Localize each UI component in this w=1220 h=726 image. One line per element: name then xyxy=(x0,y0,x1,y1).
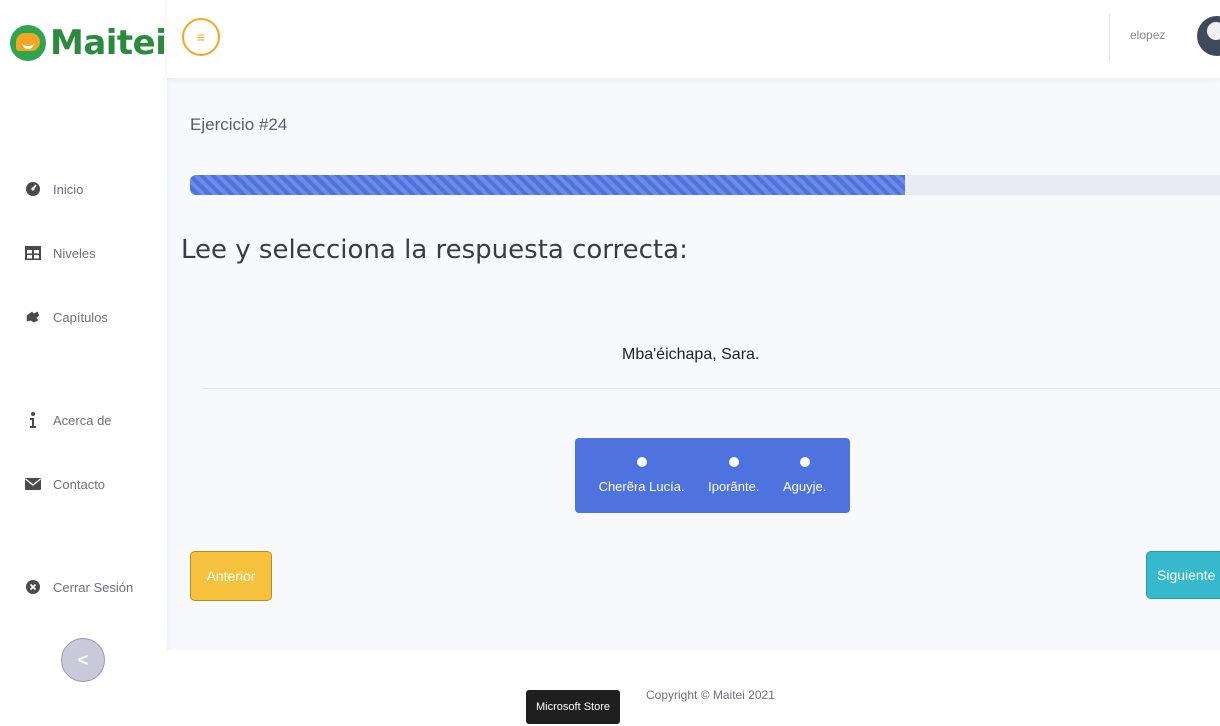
copyright-text: Copyright © Maitei 2021 xyxy=(646,688,775,702)
progress-bar-fill xyxy=(190,175,905,195)
brand-logo[interactable]: Maitei xyxy=(10,18,167,68)
radio-button[interactable] xyxy=(799,457,810,467)
sidebar-item-acerca[interactable]: Acerca de xyxy=(25,412,112,428)
sidebar-item-label: Acerca de xyxy=(53,412,112,428)
sidebar-item-capitulos[interactable]: Capítulos xyxy=(25,309,108,325)
menu-toggle-button[interactable]: ≡ xyxy=(182,18,220,56)
envelope-icon xyxy=(25,476,41,492)
sidebar-item-label: Niveles xyxy=(53,245,96,261)
close-circle-icon xyxy=(25,579,41,595)
sidebar-item-label: Contacto xyxy=(53,476,106,492)
divider xyxy=(202,388,1220,389)
answer-option[interactable]: Cherẽra Lucía. xyxy=(599,457,685,494)
answer-option[interactable]: Iporãnte. xyxy=(708,457,759,494)
hamburger-icon: ≡ xyxy=(196,29,206,45)
sidebar-item-inicio[interactable]: Inicio xyxy=(25,181,83,197)
prompt-sentence: Mba'éichapa, Sara. xyxy=(622,346,760,363)
username[interactable]: elopez xyxy=(1130,28,1165,42)
chevron-left-icon: < xyxy=(77,649,89,670)
next-button[interactable]: Siguiente xyxy=(1146,551,1220,599)
sidebar-item-niveles[interactable]: Niveles xyxy=(25,245,96,261)
avatar[interactable] xyxy=(1197,16,1220,56)
topbar-divider xyxy=(1109,14,1110,60)
sidebar-item-label: Inicio xyxy=(53,181,84,197)
brand-logo-icon xyxy=(10,25,46,61)
radio-button[interactable] xyxy=(636,457,647,467)
exercise-title: Ejercicio #24 xyxy=(190,115,288,134)
answer-options: Cherẽra Lucía. Iporãnte. Aguyje. xyxy=(575,438,850,513)
puzzle-icon xyxy=(25,309,41,325)
sidebar-item-contacto[interactable]: Contacto xyxy=(25,476,105,492)
microsoft-store-tag[interactable]: Microsoft Store xyxy=(526,690,620,724)
answer-option-label: Cherẽra Lucía. xyxy=(598,479,685,494)
answer-option-label: Aguyje. xyxy=(783,479,827,494)
progress-bar xyxy=(190,175,1220,195)
brand-name: Maitei xyxy=(50,23,167,63)
sidebar: Maitei Inicio Niveles Capítulos Acerca d… xyxy=(0,0,167,726)
sidebar-collapse-button[interactable]: < xyxy=(61,638,105,682)
sidebar-item-label: Cerrar Sesión xyxy=(53,579,134,595)
sidebar-item-cerrar-sesion[interactable]: Cerrar Sesión xyxy=(25,579,133,595)
tachometer-icon xyxy=(25,181,41,197)
answer-option[interactable]: Aguyje. xyxy=(783,457,826,494)
topbar: ≡ elopez xyxy=(167,0,1220,78)
previous-button[interactable]: Anterior xyxy=(190,551,272,601)
answer-option-label: Iporãnte. xyxy=(708,479,760,494)
info-icon xyxy=(25,412,41,428)
sidebar-item-label: Capítulos xyxy=(53,309,108,325)
table-icon xyxy=(25,245,41,261)
radio-button[interactable] xyxy=(728,457,739,467)
instruction-heading: Lee y selecciona la respuesta correcta: xyxy=(181,235,688,265)
